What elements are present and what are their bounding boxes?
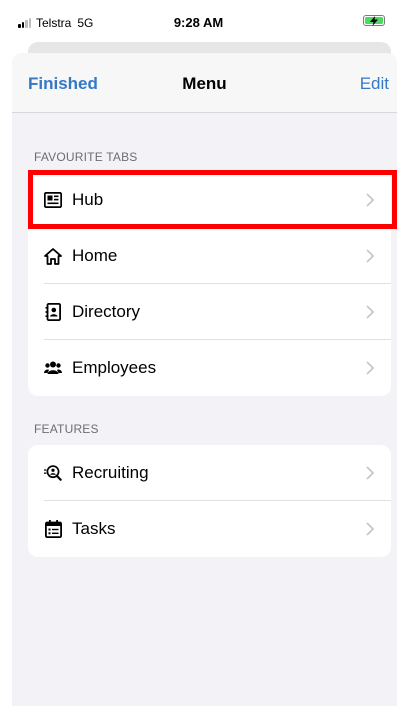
- home-icon: [44, 247, 62, 265]
- features-header: FEATURES: [34, 422, 99, 436]
- chevron-right-icon: [366, 305, 375, 319]
- status-time: 9:28 AM: [173, 15, 224, 30]
- newspaper-icon: [44, 191, 62, 209]
- chevron-right-icon: [366, 249, 375, 263]
- battery-charging-icon: [363, 15, 385, 26]
- chevron-right-icon: [366, 466, 375, 480]
- menu-item-hub[interactable]: Hub: [28, 172, 391, 228]
- favourite-tabs-header: FAVOURITE TABS: [34, 150, 138, 164]
- navigation-bar: Finished Menu Edit: [12, 53, 397, 113]
- menu-item-home[interactable]: Home: [28, 228, 391, 284]
- chevron-right-icon: [366, 193, 375, 207]
- menu-item-label: Tasks: [72, 519, 116, 538]
- menu-item-label: Hub: [72, 190, 104, 209]
- menu-item-employees[interactable]: Employees: [28, 340, 391, 396]
- menu-item-label: Recruiting: [72, 463, 149, 482]
- menu-item-label: Home: [72, 246, 118, 265]
- menu-item-recruiting[interactable]: Recruiting: [28, 445, 391, 501]
- edit-button[interactable]: Edit: [360, 74, 389, 94]
- page-title: Menu: [182, 74, 227, 93]
- status-bar: Telstra 5G 9:28 AM: [0, 0, 397, 40]
- calendar-checklist-icon: [44, 520, 62, 538]
- contact-book-icon: [44, 303, 62, 321]
- menu-item-label: Employees: [72, 358, 157, 377]
- chevron-right-icon: [366, 522, 375, 536]
- favourite-tabs-group: Hub Home Directory Employees: [28, 172, 391, 396]
- person-search-icon: [44, 464, 62, 482]
- menu-item-label: Directory: [72, 302, 141, 321]
- features-group: Recruiting Tasks: [28, 445, 391, 557]
- menu-item-tasks[interactable]: Tasks: [28, 501, 391, 557]
- people-icon: [44, 359, 62, 377]
- chevron-right-icon: [366, 361, 375, 375]
- menu-item-directory[interactable]: Directory: [28, 284, 391, 340]
